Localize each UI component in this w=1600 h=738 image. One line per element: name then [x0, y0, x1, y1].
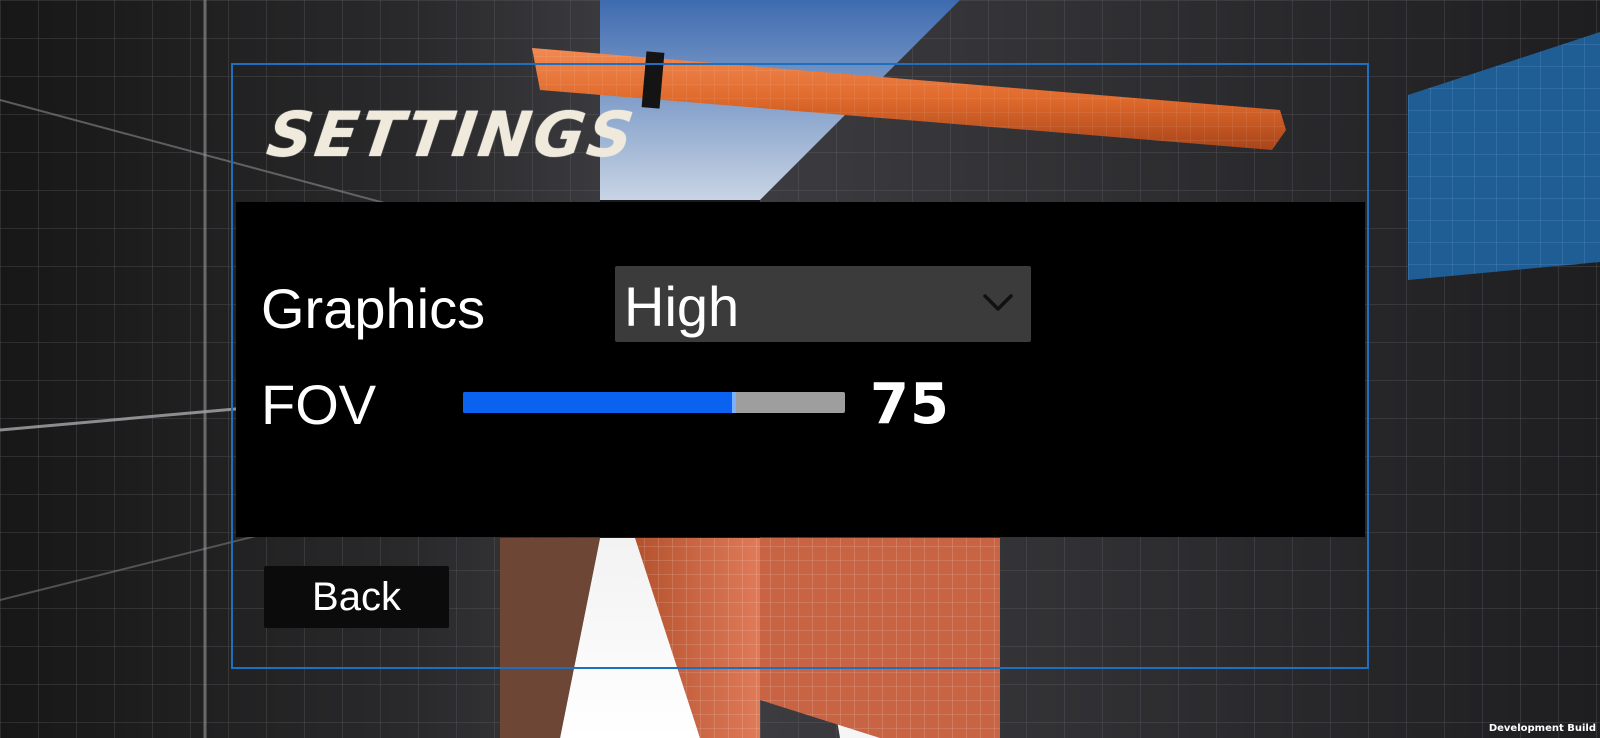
fov-value: 75	[870, 372, 950, 437]
graphics-label: Graphics	[261, 277, 486, 340]
settings-title: Settings	[262, 98, 641, 171]
graphics-quality-dropdown[interactable]: High	[615, 266, 1031, 342]
chevron-down-icon	[983, 294, 1013, 311]
settings-panel	[236, 202, 1365, 537]
fov-slider[interactable]	[463, 392, 845, 413]
fov-label: FOV	[261, 373, 377, 436]
back-button-label: Back	[312, 574, 401, 619]
development-build-label: Development Build	[1488, 723, 1596, 734]
back-button[interactable]: Back	[264, 566, 449, 628]
graphics-quality-value: High	[624, 275, 740, 338]
fov-slider-handle[interactable]	[732, 392, 737, 413]
fov-slider-fill	[463, 392, 735, 413]
